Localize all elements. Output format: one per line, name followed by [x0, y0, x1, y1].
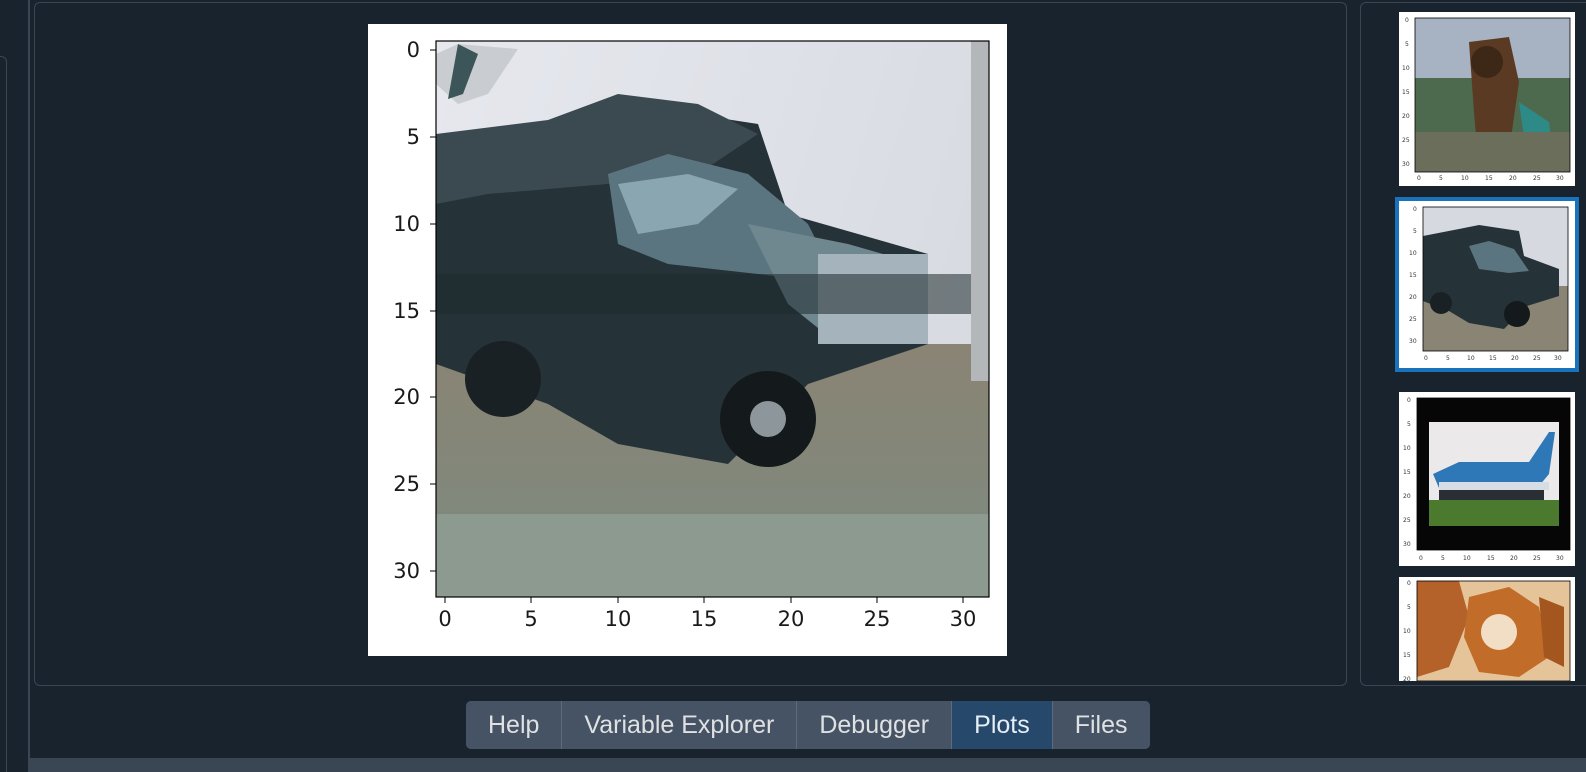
svg-text:5: 5 [1413, 228, 1417, 235]
svg-text:30: 30 [1554, 355, 1562, 362]
svg-text:10: 10 [1402, 65, 1410, 72]
svg-text:5: 5 [1407, 604, 1411, 611]
svg-text:25: 25 [1409, 316, 1417, 323]
svg-text:20: 20 [1509, 175, 1517, 182]
svg-text:30: 30 [1556, 175, 1564, 182]
svg-text:10: 10 [1467, 355, 1475, 362]
svg-text:10: 10 [1403, 628, 1411, 635]
x-axis: 0 5 10 15 20 25 30 [438, 597, 976, 631]
x-tick-30: 30 [950, 597, 977, 631]
thumbnail-dog[interactable]: 0 5 10 15 20 [1399, 577, 1575, 681]
svg-text:30: 30 [1402, 161, 1410, 168]
y-tick-label: 25 [393, 472, 420, 496]
y-tick-label: 10 [393, 212, 420, 236]
plot-figure: 0 5 10 15 20 25 30 0 5 10 15 20 25 30 [368, 24, 1007, 656]
svg-text:0: 0 [1407, 580, 1411, 587]
y-tick-label: 30 [393, 559, 420, 583]
svg-text:0: 0 [1417, 175, 1421, 182]
svg-text:15: 15 [1403, 652, 1411, 659]
thumbnail-image: 0 5 10 15 20 25 30 0 5 10 15 20 25 30 [1409, 206, 1569, 362]
y-tick-30: 30 [393, 559, 436, 583]
thumbnail-image: 0 5 10 15 20 25 30 0 5 10 15 20 25 30 [1403, 397, 1571, 562]
y-tick-label: 0 [407, 38, 420, 62]
svg-text:5: 5 [1405, 41, 1409, 48]
y-tick-10: 10 [393, 212, 436, 236]
svg-text:10: 10 [1409, 250, 1417, 257]
y-tick-20: 20 [393, 385, 436, 409]
x-tick-15: 15 [691, 597, 718, 631]
thumbnail-bird[interactable]: 0 5 10 15 20 25 30 0 5 10 15 20 25 30 [1399, 12, 1575, 186]
y-tick-label: 15 [393, 299, 420, 323]
svg-text:0: 0 [1419, 555, 1423, 562]
y-axis: 0 5 10 15 20 25 30 [393, 38, 436, 583]
y-tick-15: 15 [393, 299, 436, 323]
y-tick-0: 0 [407, 38, 436, 62]
x-tick-0: 0 [438, 597, 452, 631]
thumbnail-truck[interactable]: 0 5 10 15 20 25 30 0 5 10 15 20 25 30 [1395, 197, 1579, 372]
plot-image [435, 40, 990, 598]
svg-text:20: 20 [1402, 113, 1410, 120]
svg-text:0: 0 [1424, 355, 1428, 362]
svg-text:0: 0 [1405, 17, 1409, 24]
svg-text:15: 15 [1489, 355, 1497, 362]
svg-text:25: 25 [1402, 137, 1410, 144]
thumbnail-airplane[interactable]: 0 5 10 15 20 25 30 0 5 10 15 20 25 30 [1399, 392, 1575, 566]
x-tick-label: 25 [864, 607, 891, 631]
svg-text:15: 15 [1409, 272, 1417, 279]
x-tick-25: 25 [864, 597, 891, 631]
svg-text:5: 5 [1441, 555, 1445, 562]
svg-text:0: 0 [1413, 206, 1417, 213]
svg-text:30: 30 [1556, 555, 1564, 562]
svg-text:30: 30 [1403, 541, 1411, 548]
svg-text:10: 10 [1403, 445, 1411, 452]
svg-text:25: 25 [1533, 355, 1541, 362]
tab-help[interactable]: Help [466, 701, 563, 749]
x-tick-label: 0 [438, 607, 451, 631]
svg-text:20: 20 [1511, 355, 1519, 362]
tab-plots[interactable]: Plots [952, 701, 1053, 749]
plot-figure-svg: 0 5 10 15 20 25 30 0 5 10 15 20 25 30 [393, 38, 990, 631]
svg-text:25: 25 [1533, 555, 1541, 562]
svg-text:20: 20 [1403, 676, 1411, 681]
svg-text:10: 10 [1461, 175, 1469, 182]
x-tick-label: 20 [778, 607, 805, 631]
x-tick-label: 30 [950, 607, 977, 631]
svg-text:20: 20 [1409, 294, 1417, 301]
left-pane-edge [0, 0, 30, 772]
y-tick-5: 5 [407, 125, 436, 149]
svg-text:0: 0 [1407, 397, 1411, 404]
thumbnail-image: 0 5 10 15 20 [1403, 580, 1571, 681]
svg-text:30: 30 [1409, 338, 1417, 345]
svg-text:5: 5 [1439, 175, 1443, 182]
svg-text:20: 20 [1403, 493, 1411, 500]
tab-variable-explorer[interactable]: Variable Explorer [562, 701, 798, 749]
thumbnail-image: 0 5 10 15 20 25 30 0 5 10 15 20 25 30 [1402, 17, 1571, 182]
svg-text:10: 10 [1463, 555, 1471, 562]
svg-text:20: 20 [1510, 555, 1518, 562]
x-tick-label: 5 [524, 607, 537, 631]
left-pane-border [0, 56, 7, 772]
svg-text:5: 5 [1446, 355, 1450, 362]
x-tick-label: 15 [691, 607, 718, 631]
svg-text:5: 5 [1407, 421, 1411, 428]
y-tick-label: 20 [393, 385, 420, 409]
x-tick-20: 20 [778, 597, 805, 631]
svg-text:15: 15 [1487, 555, 1495, 562]
svg-text:25: 25 [1533, 175, 1541, 182]
svg-text:15: 15 [1402, 89, 1410, 96]
svg-text:25: 25 [1403, 517, 1411, 524]
status-divider [30, 758, 1586, 772]
tab-files[interactable]: Files [1052, 701, 1150, 749]
y-tick-label: 5 [407, 125, 420, 149]
x-tick-10: 10 [605, 597, 632, 631]
svg-text:15: 15 [1403, 469, 1411, 476]
svg-text:15: 15 [1485, 175, 1493, 182]
x-tick-label: 10 [605, 607, 632, 631]
x-tick-5: 5 [524, 597, 538, 631]
tab-debugger[interactable]: Debugger [797, 701, 953, 749]
pane-tabbar: Help Variable Explorer Debugger Plots Fi… [466, 701, 1150, 749]
y-tick-25: 25 [393, 472, 436, 496]
